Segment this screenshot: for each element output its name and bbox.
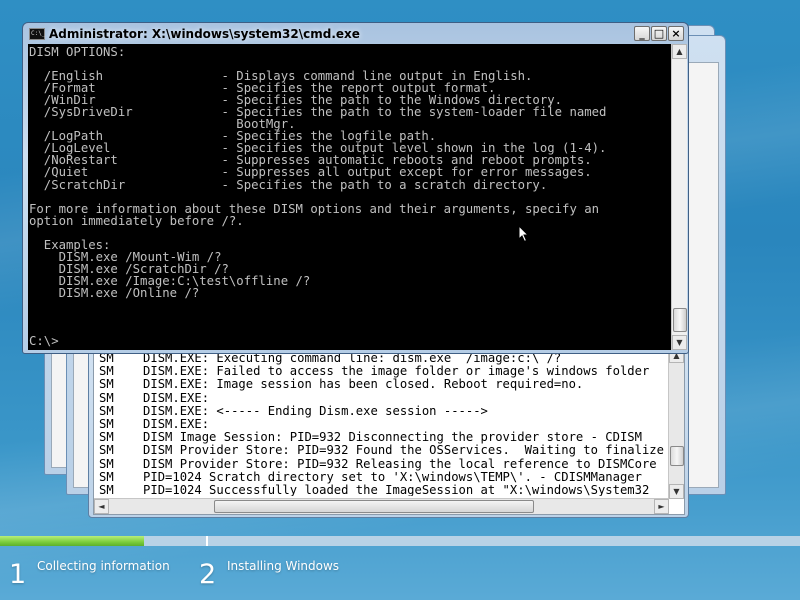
log-line: SM DISM.EXE: Image session has been clos… bbox=[99, 377, 584, 392]
console-scroll-down-button[interactable]: ▼ bbox=[672, 335, 687, 350]
arrow-cursor-icon bbox=[518, 225, 530, 243]
step-number: 2 bbox=[199, 559, 217, 590]
cmd-app-icon: C:\_ bbox=[29, 28, 45, 40]
progress-separator bbox=[206, 536, 208, 546]
setup-progress-fill bbox=[0, 536, 144, 546]
console-line: C:\> bbox=[29, 334, 59, 348]
log-line: SM DISM Provider Store: PID=932 Found th… bbox=[99, 443, 664, 458]
step-number: 1 bbox=[9, 559, 27, 590]
log-text: SM DISM.EXE: Executing command line: dis… bbox=[99, 352, 669, 496]
log-horizontal-scroll-thumb[interactable] bbox=[214, 500, 534, 513]
log-vertical-scroll-thumb[interactable] bbox=[670, 446, 684, 466]
scroll-left-button[interactable]: ◄ bbox=[94, 499, 109, 514]
step-label: Installing Windows bbox=[227, 559, 340, 573]
console-output: DISM OPTIONS: /English - Displays comman… bbox=[29, 46, 669, 348]
console-line: /Quiet - Suppresses all output except fo… bbox=[29, 165, 592, 180]
title-bar[interactable]: C:\_ Administrator: X:\windows\system32\… bbox=[23, 23, 688, 45]
console-vertical-scrollbar[interactable]: ▲ ▼ bbox=[671, 44, 687, 350]
console-line: DISM OPTIONS: bbox=[29, 46, 126, 59]
console-line: option immediately before /?. bbox=[29, 213, 244, 228]
step-label: Collecting information bbox=[37, 559, 170, 573]
scroll-right-button[interactable]: ► bbox=[654, 499, 669, 514]
console-line: Examples: bbox=[29, 237, 111, 252]
console-area[interactable]: DISM OPTIONS: /English - Displays comman… bbox=[28, 44, 671, 350]
console-line: DISM.exe /Online /? bbox=[29, 285, 200, 300]
console-line: For more information about these DISM op… bbox=[29, 201, 600, 216]
log-line: SM DISM Provider Store: PID=932 Releasin… bbox=[99, 456, 657, 471]
console-line: /ScratchDir - Specifies the path to a sc… bbox=[29, 177, 548, 192]
setup-progress-bar bbox=[0, 536, 800, 546]
minimize-button[interactable]: _ bbox=[634, 26, 650, 41]
close-button[interactable]: × bbox=[668, 26, 684, 41]
window-title: Administrator: X:\windows\system32\cmd.e… bbox=[49, 27, 360, 41]
log-pane: SM DISM.EXE: Executing command line: dis… bbox=[93, 347, 685, 515]
scroll-down-button[interactable]: ▼ bbox=[669, 484, 684, 499]
step-installing-windows: 2 bbox=[199, 560, 216, 590]
log-vertical-scrollbar[interactable]: ▲ ▼ bbox=[668, 348, 684, 499]
console-scroll-thumb[interactable] bbox=[673, 308, 687, 332]
step-collecting-information: 1 bbox=[9, 560, 26, 590]
log-horizontal-scrollbar[interactable]: ◄ ► bbox=[94, 498, 669, 514]
console-scroll-up-button[interactable]: ▲ bbox=[672, 44, 687, 59]
maximize-button[interactable]: □ bbox=[651, 26, 667, 41]
log-line: SM DISM.EXE: bbox=[99, 390, 210, 405]
cmd-window[interactable]: C:\_ Administrator: X:\windows\system32\… bbox=[22, 22, 689, 354]
log-line: SM PID=1024 Successfully loaded the Imag… bbox=[99, 483, 650, 496]
